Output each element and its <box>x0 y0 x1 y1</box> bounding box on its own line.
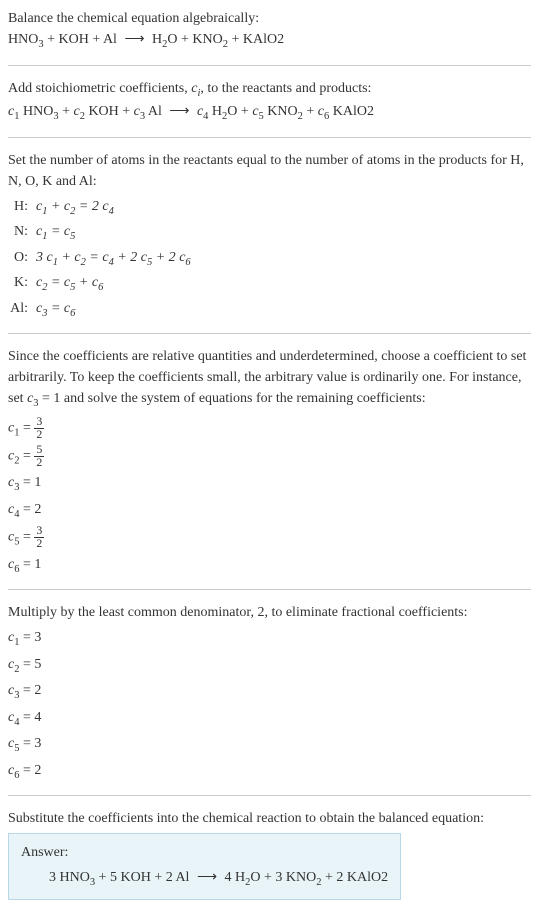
divider <box>8 137 531 138</box>
coeff-item: c4 = 2 <box>8 499 531 523</box>
atoms-intro: Set the number of atoms in the reactants… <box>8 150 531 192</box>
divider <box>8 795 531 796</box>
reactants-rest: + KOH + Al <box>44 32 121 47</box>
equation-value: c1 + c2 = 2 c4 <box>36 196 531 220</box>
plus1: + <box>59 104 74 119</box>
relative-section: Since the coefficients are relative quan… <box>8 346 531 577</box>
intro-section: Balance the chemical equation algebraica… <box>8 8 531 53</box>
atoms-section: Set the number of atoms in the reactants… <box>8 150 531 322</box>
equation-value: c2 = c5 + c6 <box>36 272 531 296</box>
multiply-section: Multiply by the least common denominator… <box>8 602 531 783</box>
equation-value: c3 = c6 <box>36 298 531 322</box>
coeff-item: c3 = 2 <box>8 680 531 704</box>
equation-value: 3 c1 + c2 = c4 + 2 c5 + 2 c6 <box>36 247 531 271</box>
stoich-reaction: c1 HNO3 + c2 KOH + c3 Al ⟶ c4 H2O + c5 K… <box>8 101 531 125</box>
arrow3-icon: ⟶ <box>197 870 217 885</box>
equation-label: O: <box>8 247 36 268</box>
multiply-text: Multiply by the least common denominator… <box>8 602 531 623</box>
substitute-text: Substitute the coefficients into the che… <box>8 808 531 829</box>
coeff-item: c5 = 32 <box>8 525 531 550</box>
t6: KAlO2 <box>329 104 374 119</box>
coeff-item: c4 = 4 <box>8 707 531 731</box>
equation-row: K:c2 = c5 + c6 <box>8 272 531 296</box>
divider <box>8 333 531 334</box>
stoich-section: Add stoichiometric coefficients, ci, to … <box>8 78 531 125</box>
equation-row: N:c1 = c5 <box>8 221 531 245</box>
coeff-item: c1 = 32 <box>8 416 531 441</box>
arrow2-icon: ⟶ <box>169 104 189 119</box>
plus5: + <box>303 104 318 119</box>
coeff-item: c5 = 3 <box>8 733 531 757</box>
ans-p2: + 5 KOH + 2 Al <box>95 870 193 885</box>
product-h2o-a: H <box>149 32 163 47</box>
product-kalo2: + KAlO2 <box>228 32 284 47</box>
multiply-coeffs: c1 = 3 c2 = 5c3 = 2 c4 = 4c5 = 3 c6 = 2 <box>8 627 531 783</box>
stoich-text-a: Add stoichiometric coefficients, <box>8 81 191 96</box>
relative-text: Since the coefficients are relative quan… <box>8 346 531 412</box>
equation-label: K: <box>8 272 36 293</box>
ans-p5: + 2 KAlO2 <box>322 870 389 885</box>
arrow-icon: ⟶ <box>124 32 144 47</box>
coeff-item: c1 = 3 <box>8 627 531 651</box>
equation-label: Al: <box>8 298 36 319</box>
coeff-item: c2 = 5 <box>8 654 531 678</box>
t4b: O + <box>227 104 252 119</box>
equation-label: H: <box>8 196 36 217</box>
coeff-item: c2 = 52 <box>8 444 531 469</box>
t3: Al <box>145 104 165 119</box>
relative-coeffs: c1 = 32 c2 = 52 c3 = 1 c4 = 2c5 = 32 c6 = 1 <box>8 416 531 577</box>
ans-p3: 4 H <box>221 870 245 885</box>
equation-row: O:3 c1 + c2 = c4 + 2 c5 + 2 c6 <box>8 247 531 271</box>
equation-label: N: <box>8 221 36 242</box>
answer-label: Answer: <box>21 842 388 863</box>
intro-reaction: HNO3 + KOH + Al ⟶ H2O + KNO2 + KAlO2 <box>8 29 531 53</box>
divider <box>8 589 531 590</box>
substitute-section: Substitute the coefficients into the che… <box>8 808 531 900</box>
divider <box>8 65 531 66</box>
coeff-item: c6 = 1 <box>8 554 531 578</box>
t5: KNO <box>264 104 298 119</box>
t2: KOH + <box>85 104 134 119</box>
t4: H <box>208 104 222 119</box>
equation-value: c1 = c5 <box>36 221 531 245</box>
stoich-text-b: , to the reactants and products: <box>200 81 371 96</box>
answer-equation: 3 HNO3 + 5 KOH + 2 Al ⟶ 4 H2O + 3 KNO2 +… <box>21 867 388 891</box>
equation-row: Al:c3 = c6 <box>8 298 531 322</box>
reactant-hno3: HNO <box>8 32 38 47</box>
t1: HNO <box>19 104 53 119</box>
equation-row: H:c1 + c2 = 2 c4 <box>8 196 531 220</box>
intro-line1: Balance the chemical equation algebraica… <box>8 8 531 29</box>
stoich-intro: Add stoichiometric coefficients, ci, to … <box>8 78 531 102</box>
atoms-equations: H:c1 + c2 = 2 c4N:c1 = c5O:3 c1 + c2 = c… <box>8 196 531 322</box>
ans-p4: O + 3 KNO <box>250 870 316 885</box>
coeff-item: c3 = 1 <box>8 472 531 496</box>
product-kno2-a: O + KNO <box>167 32 222 47</box>
coeff-item: c6 = 2 <box>8 760 531 784</box>
ans-p1: 3 HNO <box>49 870 90 885</box>
